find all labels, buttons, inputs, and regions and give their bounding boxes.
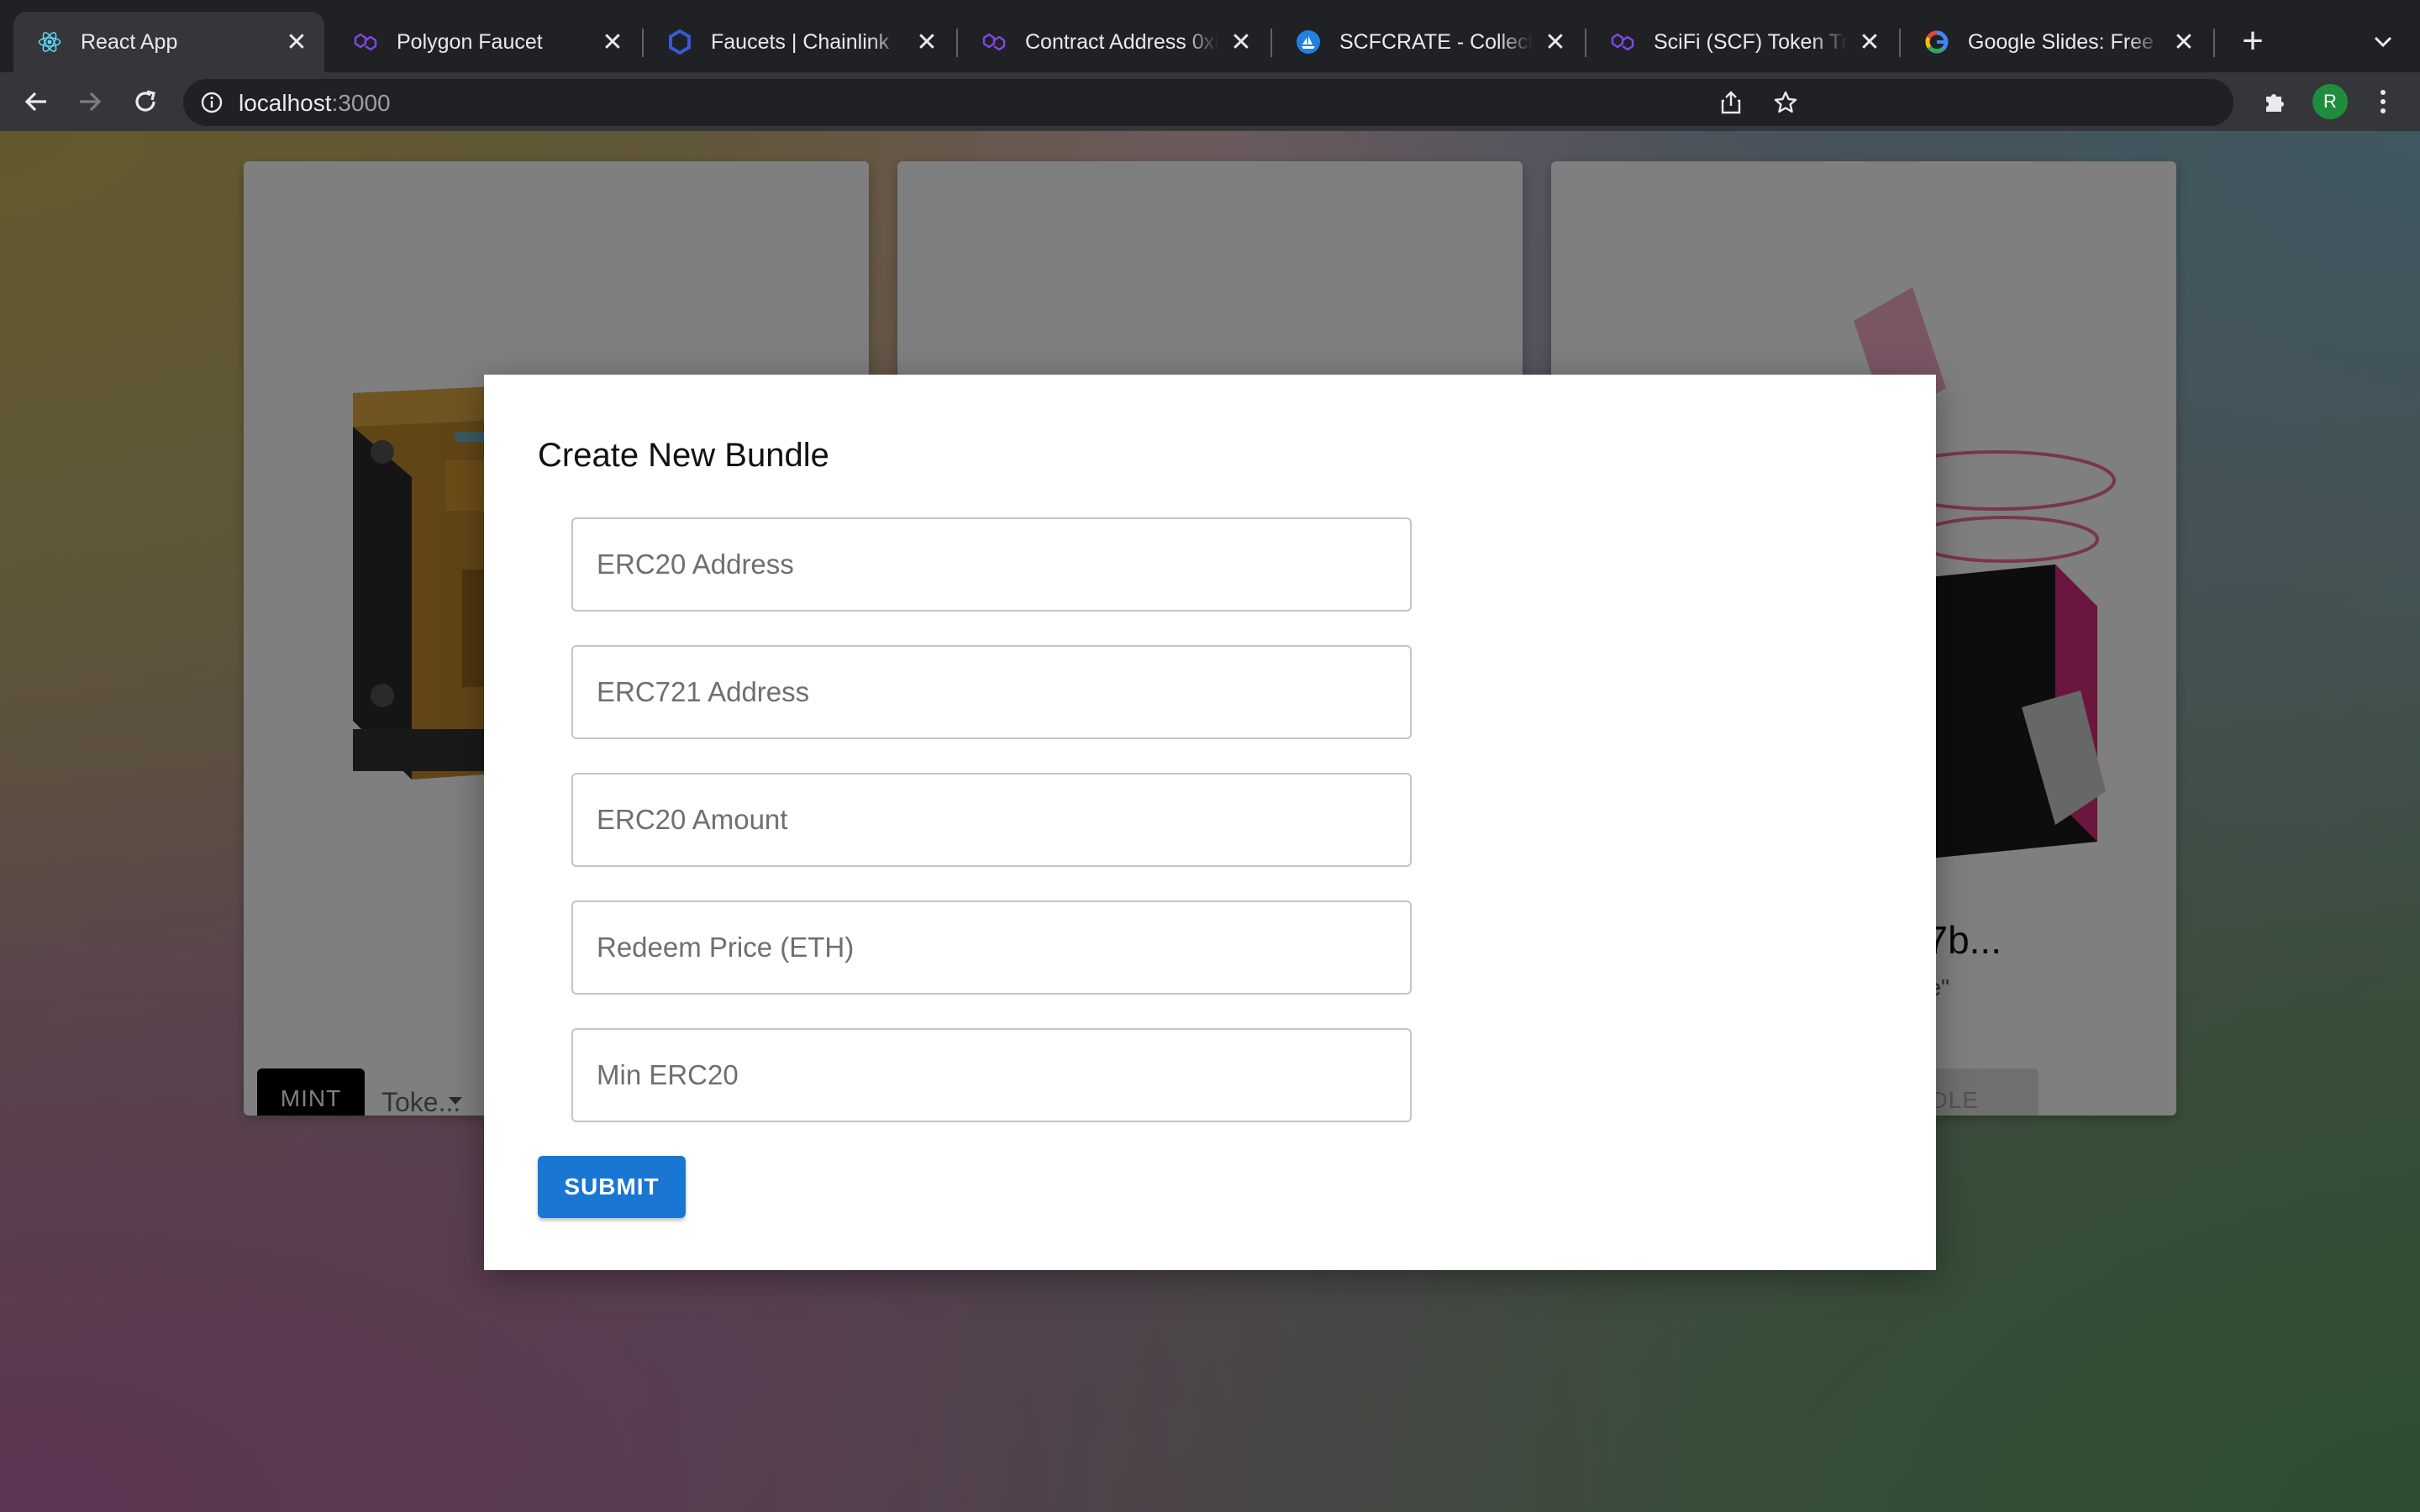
tab-title: SciFi (SCF) Token Tracker	[1654, 29, 1847, 54]
chainlink-icon	[666, 28, 694, 56]
erc20-address-field	[571, 517, 1412, 612]
close-icon[interactable]: ✕	[913, 28, 941, 56]
react-icon	[35, 28, 64, 56]
redeem-price-field	[571, 900, 1412, 995]
erc721-address-input[interactable]	[573, 647, 1410, 738]
polygon-icon	[1608, 28, 1637, 56]
close-icon[interactable]: ✕	[1855, 28, 1884, 56]
min-erc20-input[interactable]	[573, 1030, 1410, 1121]
tab-title: SCFCRATE - Collection	[1339, 29, 1533, 54]
min-erc20-field	[571, 1028, 1412, 1122]
tab-title: Faucets | Chainlink	[711, 29, 890, 54]
url-host: localhost	[239, 90, 332, 116]
reload-button[interactable]	[126, 82, 165, 121]
tab-strip: React App ✕ Polygon Faucet ✕ Faucets | C…	[0, 0, 2420, 72]
close-icon[interactable]: ✕	[598, 28, 627, 56]
submit-button[interactable]: SUBMIT	[538, 1156, 686, 1218]
modal-title: Create New Bundle	[538, 437, 829, 474]
bookmark-star-icon[interactable]	[1771, 88, 1800, 117]
tab-title: Google Slides: Free Online	[1968, 29, 2161, 54]
page-viewport: 0xB5 Th MINT Toke... 7b... ate" V BUNDLE	[0, 131, 2420, 1512]
url-text: localhost:3000	[239, 90, 391, 117]
polygon-icon	[351, 28, 380, 56]
tab-chainlink[interactable]: Faucets | Chainlink ✕	[644, 12, 955, 72]
erc20-amount-input[interactable]	[573, 774, 1410, 865]
extensions-puzzle-icon[interactable]	[2259, 86, 2291, 118]
share-icon[interactable]	[1718, 89, 1744, 116]
tab-title: Polygon Faucet	[397, 29, 543, 54]
tab-scfcrate[interactable]: SCFCRATE - Collection ✕	[1272, 12, 1583, 72]
redeem-price-input[interactable]	[573, 902, 1410, 993]
browser-toolbar: localhost:3000 R	[0, 72, 2420, 131]
close-icon[interactable]: ✕	[1541, 28, 1570, 56]
close-icon[interactable]: ✕	[1227, 28, 1255, 56]
tab-scifi-token[interactable]: SciFi (SCF) Token Tracker ✕	[1586, 12, 1897, 72]
profile-avatar[interactable]: R	[2312, 84, 2348, 119]
info-icon[interactable]	[198, 89, 225, 116]
back-button[interactable]	[17, 82, 55, 121]
erc20-amount-field	[571, 773, 1412, 867]
menu-kebab-icon[interactable]	[2368, 84, 2398, 119]
address-bar[interactable]: localhost:3000	[183, 79, 2233, 126]
chevron-down-icon[interactable]	[2366, 25, 2400, 59]
tab-contract-address[interactable]: Contract Address 0xB5 ✕	[958, 12, 1269, 72]
close-icon[interactable]: ✕	[282, 28, 311, 56]
new-tab-button[interactable]: +	[2233, 23, 2272, 62]
close-icon[interactable]: ✕	[2170, 28, 2198, 56]
tab-title: React App	[81, 29, 178, 54]
tab-title: Contract Address 0xB5	[1025, 29, 1218, 54]
tab-separator	[2213, 29, 2215, 57]
forward-button[interactable]	[71, 82, 109, 121]
opensea-icon	[1294, 28, 1323, 56]
tab-react-app[interactable]: React App ✕	[13, 12, 324, 72]
erc721-address-field	[571, 645, 1412, 739]
url-port: :3000	[331, 90, 391, 116]
google-icon	[1923, 28, 1951, 56]
erc20-address-input[interactable]	[573, 519, 1410, 610]
polygon-icon	[980, 28, 1008, 56]
tab-google-slides[interactable]: Google Slides: Free Online ✕	[1901, 12, 2212, 72]
tab-polygon-faucet[interactable]: Polygon Faucet ✕	[329, 12, 640, 72]
create-bundle-modal: Create New Bundle SUBMIT	[484, 375, 1936, 1270]
